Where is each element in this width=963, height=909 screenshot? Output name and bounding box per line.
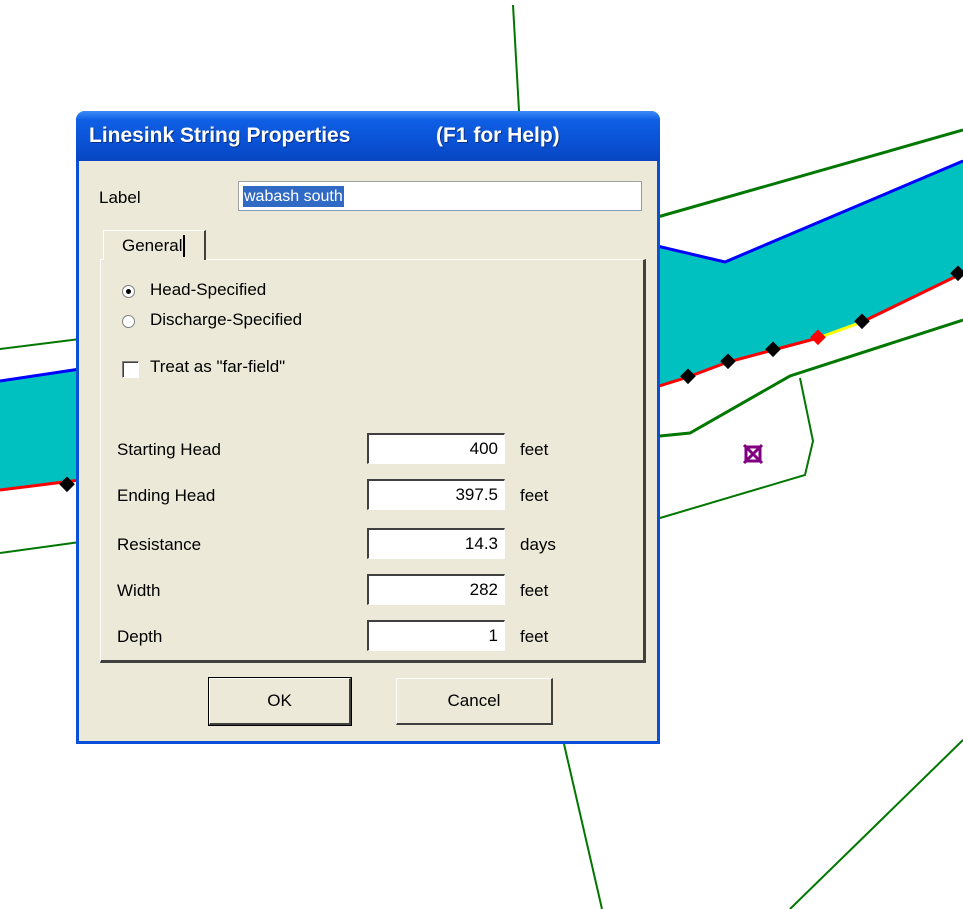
tab-general[interactable]: General: [103, 230, 206, 260]
river-area-left: [0, 368, 80, 490]
ending-head-label: Ending Head: [117, 486, 216, 505]
help-hint: (F1 for Help): [436, 124, 560, 147]
ending-head-unit: feet: [520, 486, 549, 505]
map-line-bottom: [563, 743, 603, 909]
dialog-titlebar[interactable]: Linesink String Properties (F1 for Help): [76, 111, 660, 161]
label-input[interactable]: wabash south: [238, 181, 642, 211]
river-area-right: [640, 160, 963, 392]
map-line-top: [512, 4, 520, 112]
map-line-bottom-right: [789, 739, 963, 909]
far-field-label: Treat as "far-field": [150, 357, 286, 376]
label-caption: Label: [99, 188, 141, 207]
radio-selected-dot: [126, 289, 131, 294]
radio-discharge-specified-label: Discharge-Specified: [150, 310, 303, 329]
starting-head-label: Starting Head: [117, 440, 221, 459]
ending-head-input[interactable]: 397.5: [367, 479, 505, 510]
radio-head-specified[interactable]: [122, 285, 135, 298]
width-label: Width: [117, 581, 161, 600]
depth-input[interactable]: 1: [367, 620, 505, 651]
ok-button[interactable]: OK: [208, 677, 352, 726]
linesink-properties-dialog: Linesink String Properties (F1 for Help)…: [76, 111, 660, 744]
outline-left-upper: [0, 338, 81, 350]
radio-discharge-specified[interactable]: [122, 315, 135, 328]
width-unit: feet: [520, 581, 549, 600]
label-input-value: wabash south: [243, 186, 344, 207]
resistance-input[interactable]: 14.3: [367, 528, 505, 559]
starting-head-input[interactable]: 400: [367, 433, 505, 464]
outline-far-field: [659, 377, 815, 519]
cancel-button[interactable]: Cancel: [396, 678, 553, 725]
starting-head-unit: feet: [520, 440, 549, 459]
far-field-checkbox[interactable]: [122, 361, 139, 378]
resistance-unit: days: [520, 535, 556, 554]
tab-focus-caret: [183, 235, 185, 257]
outline-left-lower: [0, 541, 81, 554]
width-input[interactable]: 282: [367, 574, 505, 605]
depth-unit: feet: [520, 627, 549, 646]
radio-head-specified-label: Head-Specified: [150, 280, 267, 299]
depth-label: Depth: [117, 627, 163, 646]
tab-general-label: General: [122, 236, 183, 255]
resistance-label: Resistance: [117, 535, 202, 554]
dialog-title: Linesink String Properties: [89, 124, 351, 147]
well-x-marker-icon[interactable]: [742, 443, 764, 465]
